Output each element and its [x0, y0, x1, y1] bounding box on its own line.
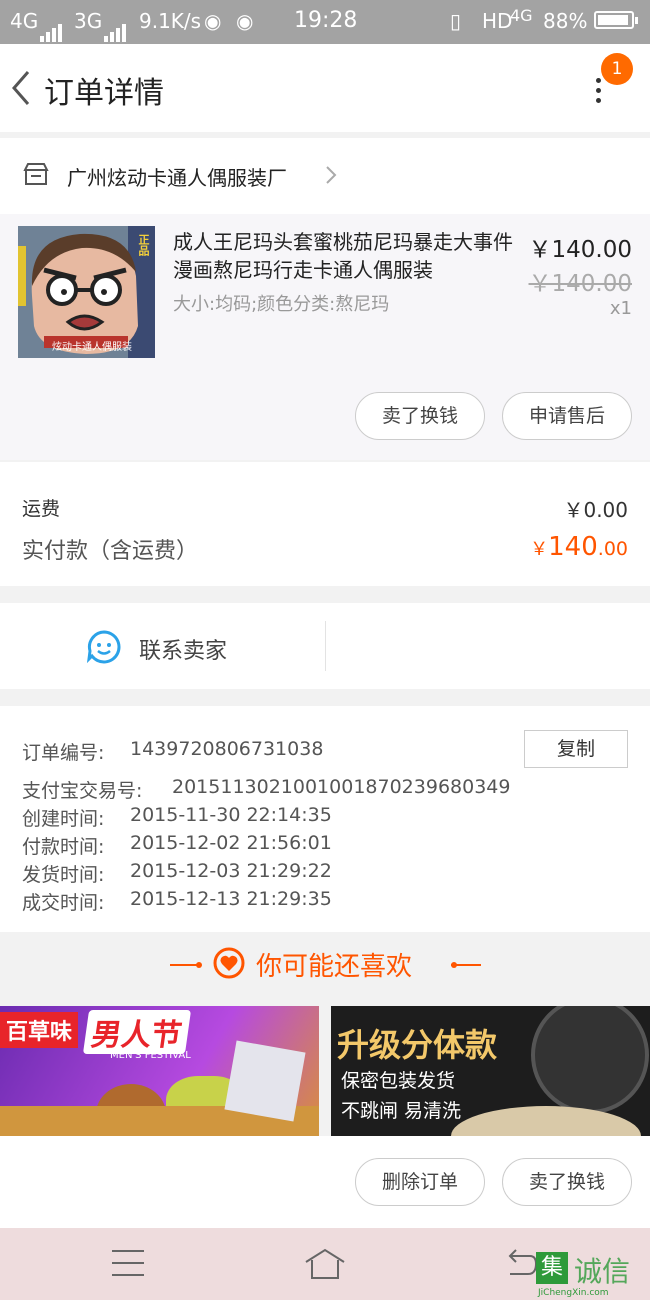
watermark-brand: 诚信 — [574, 1255, 631, 1288]
item-spec: 大小:均码;颜色分类:熬尼玛 — [173, 294, 390, 315]
sell-swap-button[interactable]: 卖了换钱 — [355, 392, 485, 440]
paid-amount: ￥140.00 — [530, 532, 628, 562]
heart-icon — [213, 947, 245, 979]
chevron-right-icon — [326, 166, 337, 184]
ad2-line1: 保密包装发货 — [341, 1070, 456, 1092]
globe-icon: ◉ — [204, 9, 222, 33]
item-quantity: x1 — [609, 298, 632, 319]
ad1-slogan: 男人节 — [82, 1010, 192, 1054]
order-info: 订单编号: 1439720806731038 复制 支付宝交易号: 201511… — [0, 706, 650, 932]
paid-time-value: 2015-12-02 21:56:01 — [130, 832, 332, 854]
item-title[interactable]: 成人王尼玛头套蜜桃茄尼玛暴走大事件漫画熬尼玛行走卡通人偶服装 — [173, 228, 513, 284]
thumb-caption: 炫动卡通人偶服装 — [52, 342, 132, 353]
system-nav-bar: 集 诚信 JiChengXin.com — [0, 1228, 650, 1300]
bowl-image — [451, 1106, 641, 1136]
shipped-label: 发货时间: — [22, 864, 105, 886]
net-speed: 9.1K/s — [139, 9, 202, 33]
paid-label: 实付款（含运费） — [22, 539, 199, 564]
sell-swap-bottom-button[interactable]: 卖了换钱 — [502, 1158, 632, 1206]
shop-icon — [23, 163, 49, 185]
alipay-label: 支付宝交易号: — [22, 780, 143, 802]
alipay-value: 2015113021001001870239680349 — [172, 776, 511, 798]
battery-icon — [594, 11, 638, 29]
shop-row[interactable]: 广州炫动卡通人偶服装厂 — [0, 138, 650, 214]
paid-int: 140 — [548, 532, 598, 562]
network-type-3: 4G — [510, 6, 533, 25]
globe-icon-2: ◉ — [236, 9, 254, 33]
order-no-value: 1439720806731038 — [130, 738, 324, 760]
created-label: 创建时间: — [22, 808, 105, 830]
payment-summary: 运费 ￥0.00 实付款（含运费） ￥140.00 — [0, 462, 650, 586]
notification-badge: 1 — [601, 53, 633, 85]
status-bar: 4G 3G 9.1K/s ◉ ◉ 19:28 ▯ HD 4G 88% — [0, 0, 650, 44]
done-label: 成交时间: — [22, 892, 105, 914]
rec-dot-left — [196, 962, 202, 968]
shipping-label: 运费 — [22, 498, 61, 520]
done-value: 2015-12-13 21:29:35 — [130, 888, 332, 910]
contact-bar: 联系卖家 — [0, 603, 650, 689]
watermark-url: JiChengXin.com — [538, 1288, 609, 1298]
shipped-value: 2015-12-03 21:29:22 — [130, 860, 332, 882]
rec-line-right — [451, 964, 481, 966]
recommend-title: 你可能还喜欢 — [256, 952, 413, 982]
thumb-banner-text: 正品 — [137, 234, 150, 256]
back-nav-icon[interactable] — [506, 1248, 538, 1278]
created-value: 2015-11-30 22:14:35 — [130, 804, 332, 826]
ad2-line2: 不跳闸 易清洗 — [341, 1100, 462, 1122]
paid-time-label: 付款时间: — [22, 836, 105, 858]
home-icon[interactable] — [304, 1248, 346, 1280]
item-original-price: ￥140.00 — [528, 271, 632, 297]
recommend-ad-snacks[interactable]: 百草味 男人节 MEN'S FESTIVAL — [0, 1006, 319, 1136]
copy-button[interactable]: 复制 — [524, 730, 628, 768]
shop-name: 广州炫动卡通人偶服装厂 — [67, 166, 287, 190]
item-price: ￥140.00 — [528, 237, 632, 263]
product-thumbnail[interactable]: 正品 炫动卡通人偶服装 — [18, 226, 155, 358]
contact-seller-label: 联系卖家 — [139, 639, 228, 664]
paid-currency: ￥ — [530, 539, 549, 560]
back-arrow-icon[interactable] — [10, 68, 32, 108]
chat-face-icon — [86, 630, 121, 664]
clock: 19:28 — [294, 8, 358, 33]
paid-dec: .00 — [597, 538, 628, 560]
hd-label: HD — [482, 9, 513, 33]
page-title: 订单详情 — [44, 76, 164, 111]
recommend-ad-cooker[interactable]: 升级分体款 保密包装发货 不跳闸 易清洗 — [331, 1006, 650, 1136]
after-sale-button[interactable]: 申请售后 — [502, 392, 632, 440]
contact-seller-button[interactable]: 联系卖家 — [80, 623, 260, 671]
delete-order-button[interactable]: 删除订单 — [355, 1158, 485, 1206]
order-item: 正品 炫动卡通人偶服装 成人王尼玛头套蜜桃茄尼玛暴走大事件漫画熬尼玛行走卡通人偶… — [0, 214, 650, 460]
vibrate-icon: ▯ — [450, 9, 462, 33]
watermark-logo: 集 — [536, 1252, 568, 1284]
shipping-value: ￥0.00 — [563, 498, 628, 522]
cooker-image — [531, 1006, 649, 1114]
snack-bag-image — [224, 1040, 306, 1122]
more-menu-icon[interactable] — [596, 78, 601, 108]
battery-percent: 88% — [543, 9, 588, 33]
nav-bar: 订单详情 — [0, 44, 650, 132]
network-type-2: 3G — [74, 9, 103, 33]
order-no-label: 订单编号: — [22, 742, 105, 764]
ad1-brand: 百草味 — [0, 1012, 79, 1048]
network-type-1: 4G — [10, 9, 39, 33]
divider — [325, 621, 326, 671]
menu-icon[interactable] — [112, 1250, 144, 1276]
ad2-title: 升级分体款 — [337, 1026, 498, 1064]
bottom-action-bar: 删除订单 卖了换钱 — [0, 1136, 650, 1228]
recommend-header: 你可能还喜欢 — [0, 932, 650, 1004]
ad1-sub: MEN'S FESTIVAL — [110, 1050, 191, 1061]
